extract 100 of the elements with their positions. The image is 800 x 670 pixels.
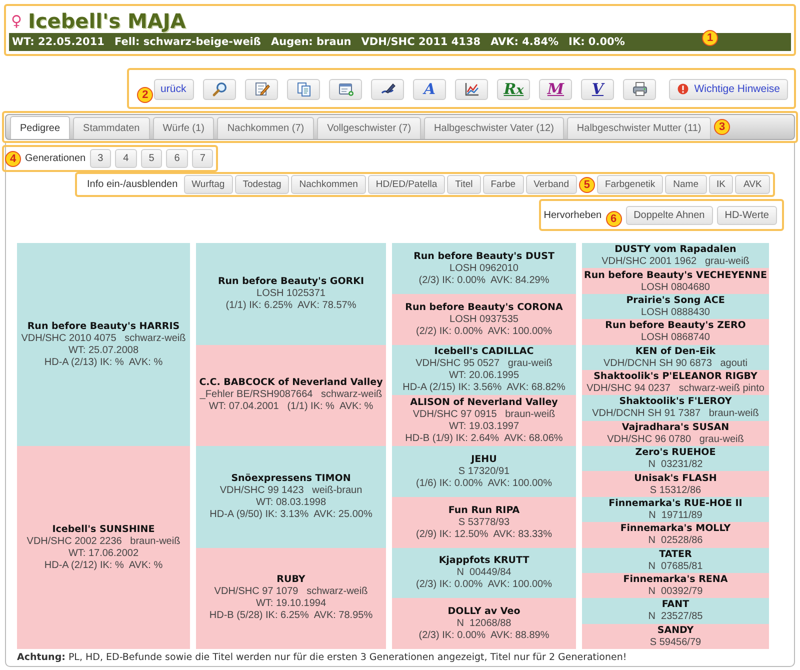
copy-icon bbox=[296, 81, 312, 97]
ancestor-name[interactable]: ALISON of Neverland Valley bbox=[410, 396, 558, 410]
tab[interactable]: Halbgeschwister Mutter (11) bbox=[566, 117, 712, 139]
ancestor-detail: _Fehler BE/RSH9087664 schwarz-weiß bbox=[200, 389, 382, 402]
ancestor-name[interactable]: Icebell's CADILLAC bbox=[434, 345, 534, 358]
info-toggle-label: Info ein-/ausblenden bbox=[87, 179, 178, 190]
toggle-button[interactable]: Verband bbox=[526, 175, 577, 194]
note-text: Achtung: PL, HD, ED-Befunde sowie die Titel werden nur für die ersten 3 Generationen angezeigt, Titel nur für 2 Generationen! bbox=[17, 652, 628, 663]
ancestor-name[interactable]: SANDY bbox=[657, 624, 694, 637]
tab[interactable]: Nachkommen (7) bbox=[217, 117, 314, 139]
ancestor-name[interactable]: Run before Beauty's VECHEYENNE bbox=[584, 268, 767, 282]
ancestor-detail: N 19711/89 bbox=[648, 510, 702, 522]
ancestor-name[interactable]: Vajradhara's SUSAN bbox=[622, 420, 730, 434]
ancestor-name[interactable]: DUSTY vom Rapadalen bbox=[614, 243, 736, 256]
ancestor-name[interactable]: Run before Beauty's GORKI bbox=[218, 276, 364, 288]
tab[interactable]: Halbgeschwister Vater (12) bbox=[424, 117, 564, 139]
ancestor-detail: LOSH 0888430 bbox=[641, 306, 710, 319]
toggle-button[interactable]: Farbe bbox=[482, 175, 524, 194]
ancestor-detail: (1/6) IK: 0.00% AVK: 100.00% bbox=[416, 478, 552, 490]
copy-button[interactable] bbox=[287, 78, 320, 100]
hints-button[interactable]: Wichtige Hinweise bbox=[669, 78, 788, 100]
ancestor-detail: N 00449/84 bbox=[456, 567, 512, 580]
highlight-button[interactable]: HD-Werte bbox=[716, 206, 777, 224]
generation-button[interactable]: 5 bbox=[140, 149, 162, 168]
ancestor-detail: (2/3) IK: 0.00% AVK: 84.29% bbox=[418, 274, 550, 287]
printer-icon bbox=[632, 81, 648, 97]
ancestor-detail: VDH/SHC 2002 2236 braun-weiß bbox=[26, 536, 180, 548]
tab[interactable]: Pedigree bbox=[10, 116, 70, 139]
ancestor-name[interactable]: DOLLY av Veo bbox=[448, 605, 520, 618]
ancestor-name[interactable]: Shaktoolik's F'LEROY bbox=[619, 395, 732, 408]
card-button[interactable] bbox=[329, 78, 362, 100]
format-button[interactable]: A bbox=[413, 78, 446, 100]
ancestor-name[interactable]: Unisak's FLASH bbox=[634, 472, 717, 485]
ancestor-name[interactable]: FANT bbox=[662, 598, 690, 612]
info-text: WT: 22.05.2011 bbox=[12, 36, 104, 48]
toggle-button[interactable]: Name bbox=[665, 175, 706, 194]
toggle-button[interactable]: Todestag bbox=[234, 175, 290, 194]
ancestor-name[interactable]: Fun Run RIPA bbox=[448, 504, 520, 517]
ancestor-detail: WT: 20.06.1995 bbox=[448, 370, 520, 382]
generation-button[interactable]: 6 bbox=[166, 149, 188, 168]
highlight-label: Hervorheben bbox=[544, 210, 602, 220]
search-button[interactable] bbox=[203, 78, 236, 100]
info-text: VDH/SHC 2011 4138 bbox=[361, 36, 481, 48]
ancestor-name[interactable]: Run before Beauty's DUST bbox=[414, 250, 554, 263]
format-button[interactable]: M bbox=[539, 78, 572, 100]
ancestor-name[interactable]: Zero's RUEHOE bbox=[635, 446, 716, 460]
chart-button[interactable] bbox=[455, 78, 488, 100]
callout-marker: 2 bbox=[137, 87, 154, 103]
ancestor-name[interactable]: JEHU bbox=[471, 452, 497, 466]
callout-marker: 1 bbox=[702, 30, 718, 46]
pen-button[interactable] bbox=[371, 78, 404, 100]
ancestor-detail: (2/3) IK: 0.00% AVK: 100.00% bbox=[416, 579, 552, 592]
toggle-button[interactable]: HD/ED/Patella bbox=[368, 175, 446, 194]
ancestor-name[interactable]: Run before Beauty's ZERO bbox=[605, 319, 746, 332]
chart-icon bbox=[464, 81, 480, 97]
ancestor-name[interactable]: Finnemarka's RENA bbox=[623, 573, 728, 586]
toggle-button[interactable]: Wurftag bbox=[184, 175, 233, 194]
ancestor-name[interactable]: TATER bbox=[659, 548, 692, 561]
ancestor-name[interactable]: C.C. BABCOCK of Neverland Valley bbox=[199, 377, 383, 390]
generation-button[interactable]: 3 bbox=[90, 149, 112, 168]
callout-marker: 5 bbox=[578, 176, 595, 192]
generation-button[interactable]: 7 bbox=[192, 149, 214, 168]
back-button[interactable]: urück bbox=[154, 78, 194, 100]
ancestor-detail: LOSH 1025371 bbox=[256, 288, 326, 300]
ancestor-name[interactable]: Snöexpressens TIMON bbox=[231, 472, 351, 485]
ancestor-name[interactable]: Prairie's Song ACE bbox=[626, 294, 725, 307]
toggle-button[interactable]: Nachkommen bbox=[291, 175, 366, 194]
ancestor-detail: HD-A (2/15) IK: 3.56% AVK: 68.82% bbox=[402, 382, 566, 394]
ancestor-detail: VDH/DCNH SH 90 6873 agouti bbox=[604, 358, 748, 370]
toggle-button[interactable]: Farbgenetik bbox=[596, 175, 664, 194]
ancestor-name[interactable]: KEN of Den-Eik bbox=[635, 344, 716, 358]
ancestor-name[interactable]: Icebell's SUNSHINE bbox=[52, 524, 155, 536]
ancestor-name[interactable]: Shaktoolik's P'ELEANOR RIGBY bbox=[594, 370, 758, 384]
tab[interactable]: Vollgeschwister (7) bbox=[317, 117, 422, 139]
toggle-button[interactable]: Titel bbox=[447, 175, 481, 194]
female-symbol: ♀ bbox=[11, 12, 22, 30]
ancestor-name[interactable]: Run before Beauty's HARRIS bbox=[27, 320, 180, 332]
generation-button[interactable]: 4 bbox=[115, 149, 137, 168]
ancestor-detail: VDH/SHC 99 1423 weiß-braun bbox=[220, 484, 362, 497]
ancestor-detail: VDH/SHC 2001 1962 grau-weiß bbox=[602, 256, 750, 268]
ancestor-detail: S 53778/93 bbox=[458, 516, 510, 529]
toggle-button[interactable]: IK bbox=[708, 175, 734, 194]
tab[interactable]: Stammdaten bbox=[73, 117, 150, 139]
ancestor-detail: N 07685/81 bbox=[648, 560, 703, 573]
ancestor-name[interactable]: Finnemarka's RUE-HOE II bbox=[608, 496, 742, 510]
ancestor-detail: WT: 17.06.2002 bbox=[68, 548, 139, 560]
ancestor-name[interactable]: RUBY bbox=[276, 574, 306, 586]
toggle-button[interactable]: AVK bbox=[735, 175, 770, 194]
callout-marker: 3 bbox=[714, 119, 730, 135]
generations-label: Generationen bbox=[25, 153, 86, 164]
printer-button[interactable] bbox=[623, 78, 656, 100]
ancestor-name[interactable]: Run before Beauty's CORONA bbox=[405, 300, 563, 314]
edit-button[interactable] bbox=[245, 78, 278, 100]
ancestor-name[interactable]: Finnemarka's MOLLY bbox=[620, 522, 731, 536]
tab[interactable]: Würfe (1) bbox=[152, 117, 214, 139]
format-button[interactable]: V bbox=[581, 78, 614, 100]
ancestor-detail: HD-B (1/9) IK: 2.64% AVK: 68.06% bbox=[405, 433, 563, 446]
callout-marker: 4 bbox=[5, 150, 21, 166]
ancestor-name[interactable]: Kjappfots KRUTT bbox=[438, 554, 530, 568]
highlight-button[interactable]: Doppelte Ahnen bbox=[626, 206, 713, 224]
